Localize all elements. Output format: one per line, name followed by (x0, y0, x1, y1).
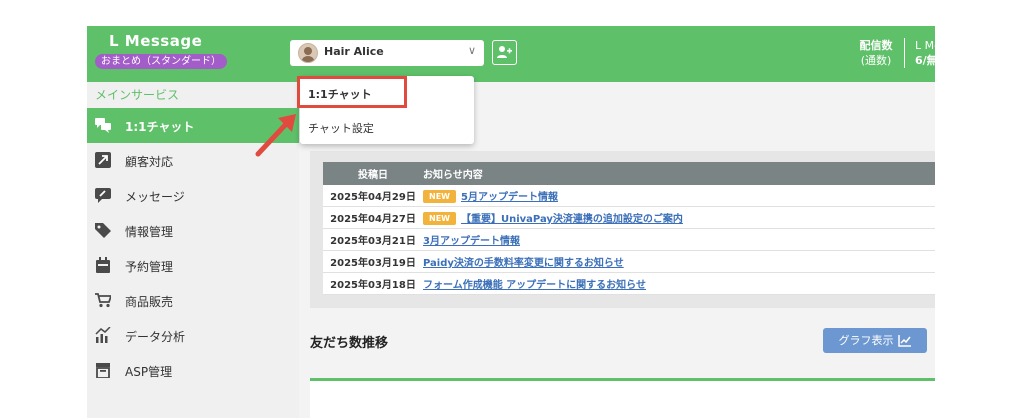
table-row: 2025年03月19日 Paidy決済の手数料率変更に関するお知らせ (323, 250, 935, 273)
sidebar-item-asp[interactable]: ASP管理 (87, 353, 299, 388)
brand-area[interactable]: L Message おまとめ（スタンダード） (87, 26, 299, 82)
news-table: 投稿日 お知らせ内容 2025年04月29日 NEW 5月アップデート情報 202… (323, 162, 935, 295)
column-header-date: 投稿日 (323, 162, 423, 185)
chevron-down-icon: ∨ (467, 44, 476, 57)
sidebar-item-message[interactable]: メッセージ (87, 178, 299, 213)
delivery-count-label: 配信数 (859, 39, 893, 52)
news-link[interactable]: 3月アップデート情報 (423, 236, 520, 247)
sidebar-item-label: 予約管理 (125, 260, 174, 274)
cart-icon (95, 293, 111, 308)
column-header-content: お知らせ内容 (423, 162, 935, 185)
table-row: 2025年04月29日 NEW 5月アップデート情報 (323, 185, 935, 207)
add-account-button[interactable] (492, 40, 517, 65)
new-badge: NEW (423, 212, 456, 226)
calendar-icon (96, 257, 110, 273)
brand-logo: L Message (109, 32, 203, 50)
tag-icon (95, 223, 111, 238)
friends-trend-title: 友だち数推移 (310, 336, 389, 351)
plan-usage-label: L Me (915, 39, 935, 52)
sidebar-item-label: ASP管理 (125, 365, 173, 379)
news-content: NEW 5月アップデート情報 (423, 185, 935, 207)
news-link[interactable]: Paidy決済の手数料率変更に関するお知らせ (423, 258, 624, 269)
new-badge: NEW (423, 190, 456, 204)
submenu-item-chat-settings[interactable]: チャット設定 (300, 110, 474, 144)
sidebar-item-label: メッセージ (125, 190, 185, 204)
line-chart-icon (897, 335, 911, 347)
sidebar-item-label: 商品販売 (125, 295, 174, 309)
account-avatar (298, 43, 318, 63)
news-date: 2025年04月29日 (323, 185, 423, 207)
table-row: 2025年04月27日 NEW 【重要】UnivaPay決済連携の追加設定のご案内 (323, 206, 935, 229)
plan-usage-value: 6/無 (915, 54, 935, 67)
table-row: 2025年03月21日 3月アップデート情報 (323, 228, 935, 251)
news-date: 2025年03月19日 (323, 250, 423, 273)
news-link[interactable]: フォーム作成機能 アップデートに関するお知らせ (423, 280, 646, 291)
box-icon (96, 363, 110, 378)
news-panel: 投稿日 お知らせ内容 2025年04月29日 NEW 5月アップデート情報 202… (310, 151, 935, 308)
graph-view-label: グラフ表示 (838, 334, 894, 347)
graph-view-button[interactable]: グラフ表示 (823, 328, 927, 353)
highlight-box (297, 76, 407, 108)
sidebar-item-label: 顧客対応 (125, 155, 174, 169)
news-date: 2025年03月21日 (323, 228, 423, 251)
sidebar-item-info[interactable]: 情報管理 (87, 213, 299, 248)
submenu-item-label: チャット設定 (308, 122, 374, 135)
news-date: 2025年04月27日 (323, 206, 423, 229)
message-icon (95, 188, 111, 203)
sidebar-item-sales[interactable]: 商品販売 (87, 283, 299, 318)
analytics-icon (95, 327, 111, 343)
account-name: Hair Alice (324, 45, 384, 58)
sidebar-item-label: データ分析 (125, 330, 186, 344)
news-content: 3月アップデート情報 (423, 228, 935, 251)
pointer-arrow-icon (255, 114, 296, 157)
plan-badge: おまとめ（スタンダード） (95, 54, 227, 69)
plan-usage: L Me 6/無 (915, 38, 935, 68)
news-link[interactable]: 5月アップデート情報 (461, 192, 558, 203)
delivery-count-unit: (通数) (860, 54, 892, 67)
stats-divider (904, 38, 905, 68)
top-header: L Message おまとめ（スタンダード） Hair Alice ∨ 配信数 … (87, 26, 935, 82)
news-content: フォーム作成機能 アップデートに関するお知らせ (423, 272, 935, 295)
sidebar-section-main: メインサービス (95, 88, 180, 102)
news-content: Paidy決済の手数料率変更に関するお知らせ (423, 250, 935, 273)
table-row: 2025年03月18日 フォーム作成機能 アップデートに関するお知らせ (323, 272, 935, 295)
account-selector[interactable]: Hair Alice ∨ (290, 40, 484, 66)
news-header-row: 投稿日 お知らせ内容 (323, 162, 935, 185)
sidebar-item-analytics[interactable]: データ分析 (87, 318, 299, 353)
app-window: L Message おまとめ（スタンダード） Hair Alice ∨ 配信数 … (87, 26, 935, 418)
customer-icon (95, 152, 111, 168)
sidebar-item-label: 情報管理 (125, 225, 174, 239)
chat-icon (95, 118, 111, 133)
sidebar-item-reservation[interactable]: 予約管理 (87, 248, 299, 283)
news-link[interactable]: 【重要】UnivaPay決済連携の追加設定のご案内 (461, 214, 683, 225)
friends-chart-card (310, 381, 935, 418)
sidebar-item-label: 1:1チャット (125, 120, 195, 134)
news-date: 2025年03月18日 (323, 272, 423, 295)
delivery-count: 配信数 (通数) (847, 38, 905, 68)
news-content: NEW 【重要】UnivaPay決済連携の追加設定のご案内 (423, 206, 935, 229)
add-user-icon (497, 46, 512, 58)
